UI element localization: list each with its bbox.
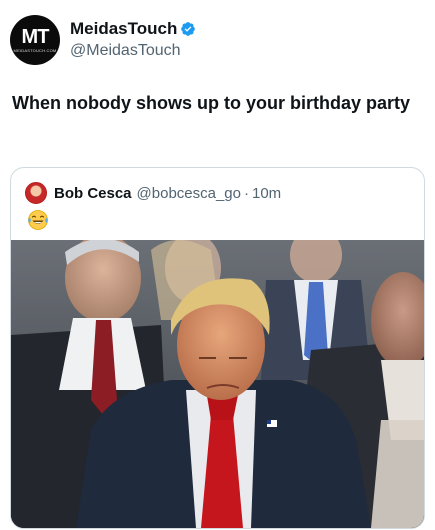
quoted-photo[interactable]	[11, 240, 424, 528]
quoted-display-name[interactable]: Bob Cesca	[54, 185, 132, 202]
quoted-avatar[interactable]	[25, 182, 47, 204]
laughing-tears-emoji-icon	[28, 210, 48, 230]
display-name-row: MeidasTouch	[70, 19, 196, 39]
crowd-scene-image	[11, 240, 424, 528]
quoted-post-header: Bob Cesca @bobcesca_go · 10m	[25, 182, 281, 204]
separator-dot: ·	[244, 184, 249, 202]
avatar[interactable]: MT MEIDASTOUCH.COM	[10, 15, 60, 65]
avatar-logo-subtext: MEIDASTOUCH.COM	[13, 48, 57, 53]
post-text: When nobody shows up to your birthday pa…	[12, 93, 411, 113]
quoted-timestamp[interactable]: 10m	[252, 185, 281, 202]
display-name[interactable]: MeidasTouch	[70, 19, 177, 39]
handle[interactable]: @MeidasTouch	[70, 41, 196, 61]
post-header: MT MEIDASTOUCH.COM MeidasTouch @MeidasTo…	[10, 12, 196, 68]
verified-badge-icon	[181, 22, 196, 36]
author-names: MeidasTouch @MeidasTouch	[70, 19, 196, 61]
quoted-handle[interactable]: @bobcesca_go	[137, 185, 241, 202]
avatar-logo-text: MT	[21, 26, 50, 48]
quoted-post-card[interactable]: Bob Cesca @bobcesca_go · 10m	[10, 167, 425, 529]
